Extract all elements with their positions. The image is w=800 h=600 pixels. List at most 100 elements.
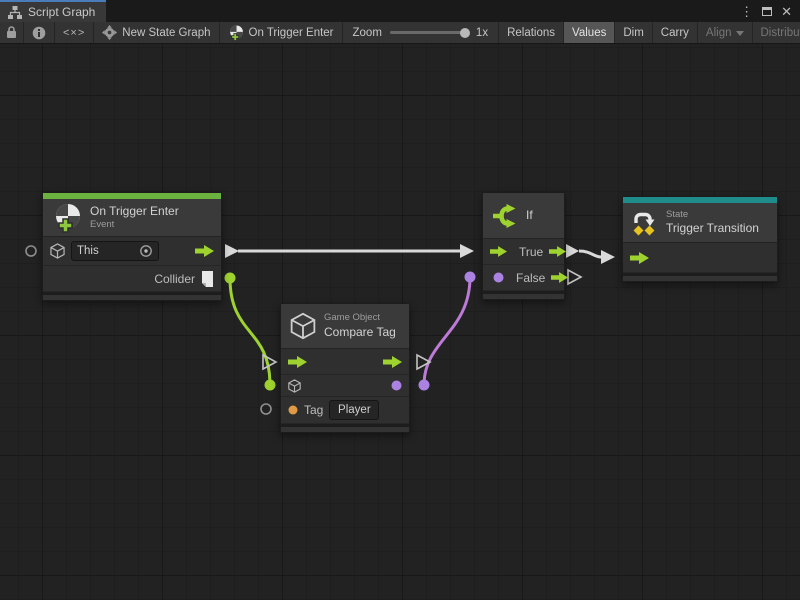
zoom-slider-handle[interactable]: [460, 28, 470, 38]
window-close-button[interactable]: ✕: [781, 5, 792, 18]
relations-label: Relations: [507, 27, 555, 39]
distribute-label: Distribute: [761, 27, 800, 39]
boolean-port-icon[interactable]: [391, 380, 402, 391]
distribute-menu[interactable]: Distribute: [753, 22, 800, 43]
flow-arrowhead: [460, 244, 474, 258]
cube-icon[interactable]: [288, 379, 301, 393]
flow-output-port-trigger[interactable]: [225, 244, 239, 258]
dim-label: Dim: [623, 27, 643, 39]
target-object-value: This: [77, 245, 99, 257]
node-subtitle: Event: [90, 219, 179, 231]
event-reference-button[interactable]: On Trigger Enter: [220, 22, 343, 43]
flow-output-arrow-icon[interactable]: [549, 246, 566, 257]
collider-output-port[interactable]: [225, 273, 236, 284]
tag-row: Tag Player: [281, 397, 409, 424]
boolean-port-icon[interactable]: [493, 272, 504, 283]
target-object-field[interactable]: This: [71, 241, 159, 261]
flow-input-arrow-icon[interactable]: [490, 246, 507, 257]
node-if[interactable]: If True False: [482, 192, 565, 300]
graph-toolbar: <×> New State Graph: [0, 22, 800, 44]
tab-bar: Script Graph ⋮ ✕: [0, 0, 800, 22]
graph-canvas[interactable]: On Trigger Enter Event This: [0, 44, 800, 600]
carry-toggle[interactable]: Carry: [653, 22, 698, 43]
trigger-event-icon: [228, 25, 244, 41]
event-reference-label: On Trigger Enter: [249, 27, 334, 39]
align-label: Align: [706, 27, 732, 39]
node-footer: [43, 292, 221, 300]
node-trigger-transition[interactable]: State Trigger Transition: [622, 196, 778, 282]
node-title: On Trigger Enter: [90, 204, 179, 219]
values-toggle[interactable]: Values: [564, 22, 615, 43]
object-picker-icon[interactable]: [139, 244, 153, 258]
node-header[interactable]: State Trigger Transition: [623, 203, 777, 243]
boolean-output-port[interactable]: [419, 380, 430, 391]
new-state-graph-label: New State Graph: [122, 27, 210, 39]
node-title: Trigger Transition: [666, 221, 759, 236]
zoom-control: Zoom 1x: [343, 22, 500, 43]
document-icon[interactable]: [201, 271, 214, 287]
true-label: True: [519, 245, 543, 259]
window-controls: ⋮ ✕: [740, 0, 800, 22]
flow-output-arrow-icon[interactable]: [383, 356, 402, 368]
tag-value-field[interactable]: Player: [329, 400, 379, 420]
window-menu-button[interactable]: ⋮: [740, 5, 753, 18]
node-title: If: [526, 208, 533, 223]
gameobject-result-row: [281, 375, 409, 397]
flow-input-arrow-icon[interactable]: [630, 252, 649, 264]
lock-button[interactable]: [0, 22, 24, 43]
node-footer: [483, 291, 564, 299]
info-button[interactable]: [24, 22, 55, 43]
false-label: False: [516, 271, 545, 285]
chevron-down-icon: [736, 31, 744, 36]
branch-icon: [492, 204, 518, 228]
flow-output-arrow-icon[interactable]: [551, 272, 568, 283]
wire-comparetag-to-if: [424, 277, 470, 385]
node-header[interactable]: On Trigger Enter Event: [43, 199, 221, 237]
flow-row: [623, 243, 777, 273]
wire-if-to-transition: [579, 251, 601, 257]
zoom-label: Zoom: [353, 27, 382, 39]
tab-script-graph[interactable]: Script Graph: [0, 0, 106, 22]
code-icon: <×>: [63, 27, 85, 39]
relations-toggle[interactable]: Relations: [499, 22, 564, 43]
tag-label: Tag: [304, 403, 323, 417]
edit-code-button[interactable]: <×>: [55, 22, 94, 43]
new-state-graph-button[interactable]: New State Graph: [94, 22, 219, 43]
collider-label: Collider: [154, 272, 195, 286]
node-footer: [281, 424, 409, 432]
zoom-value: 1x: [476, 27, 488, 39]
true-row: True: [483, 239, 564, 265]
dim-toggle[interactable]: Dim: [615, 22, 652, 43]
node-subtitle: Game Object: [324, 312, 396, 324]
node-header[interactable]: Game Object Compare Tag: [281, 304, 409, 349]
tag-input-port-empty[interactable]: [261, 404, 271, 414]
comparetag-flow-in-port-empty[interactable]: [263, 355, 276, 369]
zoom-slider[interactable]: [390, 31, 468, 34]
flow-output-arrow-icon[interactable]: [195, 245, 214, 257]
node-on-trigger-enter[interactable]: On Trigger Enter Event This: [42, 192, 222, 301]
info-icon: [32, 26, 46, 40]
collider-row: Collider: [43, 266, 221, 292]
values-label: Values: [572, 27, 606, 39]
transition-icon: [632, 210, 658, 236]
node-header[interactable]: If: [483, 193, 564, 239]
false-row: False: [483, 265, 564, 291]
false-output-port-empty[interactable]: [568, 270, 581, 284]
flow-input-arrow-icon[interactable]: [288, 356, 307, 368]
tab-title: Script Graph: [28, 5, 95, 19]
string-port-icon[interactable]: [288, 405, 298, 415]
wire-collider-to-comparetag: [230, 278, 270, 385]
comparetag-flow-out-port-empty[interactable]: [417, 355, 430, 369]
node-subtitle: State: [666, 209, 759, 221]
condition-input-port[interactable]: [465, 272, 476, 283]
window-maximize-button[interactable]: [762, 7, 772, 16]
graph-hierarchy-icon: [8, 6, 22, 19]
script-graph-window: Script Graph ⋮ ✕: [0, 0, 800, 600]
target-row: This: [43, 237, 221, 266]
align-menu[interactable]: Align: [698, 22, 753, 43]
gameobject-input-port[interactable]: [265, 380, 276, 391]
target-input-port-empty[interactable]: [26, 246, 36, 256]
true-output-port[interactable]: [566, 244, 579, 258]
node-compare-tag[interactable]: Game Object Compare Tag: [280, 303, 410, 433]
cube-icon: [50, 243, 65, 259]
